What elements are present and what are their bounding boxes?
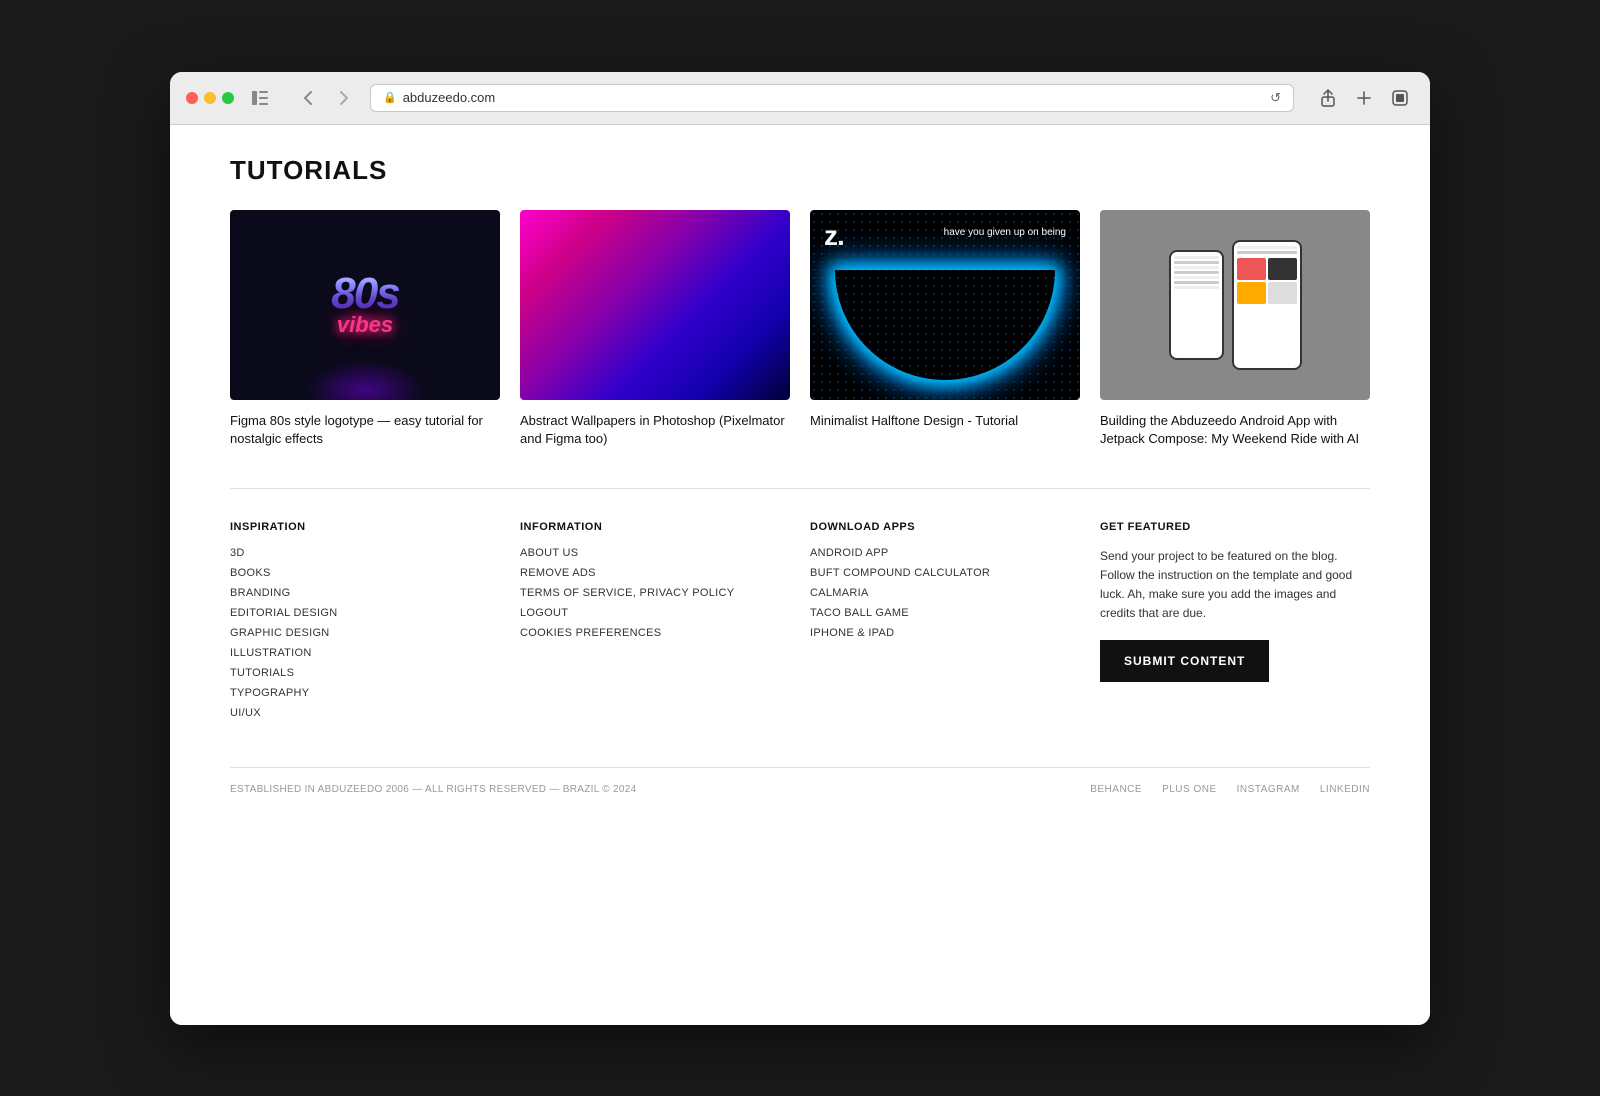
submit-content-button[interactable]: SUBMIT CONTENT xyxy=(1100,640,1269,682)
footer-divider xyxy=(230,488,1370,489)
page-content: TUTORIALS 80s vibes Figma 80s style logo… xyxy=(170,125,1430,1025)
footer-link-logout[interactable]: LOGOUT xyxy=(520,607,790,619)
footer-link-iphone[interactable]: IPHONE & IPAD xyxy=(810,627,1080,639)
footer-featured-title: GET FEATURED xyxy=(1100,521,1370,533)
footer-col-apps: DOWNLOAD APPS ANDROID APP BUFT COMPOUND … xyxy=(810,521,1080,727)
footer-bottom: ESTABLISHED IN ABDUZEEDO 2006 — ALL RIGH… xyxy=(230,784,1370,795)
tutorial-card-2[interactable]: Abstract Wallpapers in Photoshop (Pixelm… xyxy=(520,210,790,448)
footer-link-graphic[interactable]: GRAPHIC DESIGN xyxy=(230,627,500,639)
traffic-lights xyxy=(186,92,234,104)
social-plus-one[interactable]: PLUS ONE xyxy=(1162,784,1217,795)
footer-col-inspiration: INSPIRATION 3D BOOKS BRANDING EDITORIAL … xyxy=(230,521,500,727)
social-linkedin[interactable]: LINKEDIN xyxy=(1320,784,1370,795)
browser-chrome: 🔒 abduzeedo.com ↺ xyxy=(170,72,1430,125)
footer-link-cookies[interactable]: COOKIES PREFERENCES xyxy=(520,627,790,639)
phone-mock-large xyxy=(1232,240,1302,370)
tutorial-title-3: Minimalist Halftone Design - Tutorial xyxy=(810,412,1080,430)
footer-information-title: INFORMATION xyxy=(520,521,790,533)
footer-link-taco[interactable]: TACO BALL GAME xyxy=(810,607,1080,619)
halftone-text: z. xyxy=(824,220,844,252)
footer-link-calmaria[interactable]: CALMARIA xyxy=(810,587,1080,599)
footer-link-tutorials[interactable]: TUTORIALS xyxy=(230,667,500,679)
sidebar-icon[interactable] xyxy=(246,84,274,112)
footer-link-editorial[interactable]: EDITORIAL DESIGN xyxy=(230,607,500,619)
footer-link-typography[interactable]: TYPOGRAPHY xyxy=(230,687,500,699)
browser-controls xyxy=(294,84,358,112)
footer-col-featured: GET FEATURED Send your project to be fea… xyxy=(1100,521,1370,727)
footer-link-branding[interactable]: BRANDING xyxy=(230,587,500,599)
tutorials-grid: 80s vibes Figma 80s style logotype — eas… xyxy=(230,210,1370,448)
tutorial-thumb-1: 80s vibes xyxy=(230,210,500,400)
lock-icon: 🔒 xyxy=(383,91,397,104)
social-instagram[interactable]: INSTAGRAM xyxy=(1237,784,1300,795)
social-links: BEHANCE PLUS ONE INSTAGRAM LINKEDIN xyxy=(1090,784,1370,795)
browser-window: 🔒 abduzeedo.com ↺ xyxy=(170,72,1430,1025)
footer-link-buft[interactable]: BUFT COMPOUND CALCULATOR xyxy=(810,567,1080,579)
browser-actions xyxy=(1314,84,1414,112)
footer-apps-title: DOWNLOAD APPS xyxy=(810,521,1080,533)
footer-link-uiux[interactable]: UI/UX xyxy=(230,707,500,719)
tutorial-title-2: Abstract Wallpapers in Photoshop (Pixelm… xyxy=(520,412,790,448)
tutorial-thumb-4 xyxy=(1100,210,1370,400)
minimize-button[interactable] xyxy=(204,92,216,104)
footer-inspiration-title: INSPIRATION xyxy=(230,521,500,533)
forward-button[interactable] xyxy=(330,84,358,112)
tutorial-card-4[interactable]: Building the Abduzeedo Android App with … xyxy=(1100,210,1370,448)
footer-link-android[interactable]: ANDROID APP xyxy=(810,547,1080,559)
footer-link-remove-ads[interactable]: REMOVE ADS xyxy=(520,567,790,579)
footer-link-about[interactable]: ABOUT US xyxy=(520,547,790,559)
tutorial-title-1: Figma 80s style logotype — easy tutorial… xyxy=(230,412,500,448)
footer-link-illustration[interactable]: ILLUSTRATION xyxy=(230,647,500,659)
tutorial-thumb-3: z. have you given up on being xyxy=(810,210,1080,400)
tutorial-thumb-2 xyxy=(520,210,790,400)
phone-mock-small xyxy=(1169,250,1224,360)
footer: INSPIRATION 3D BOOKS BRANDING EDITORIAL … xyxy=(230,521,1370,727)
social-behance[interactable]: BEHANCE xyxy=(1090,784,1142,795)
copyright-text: ESTABLISHED IN ABDUZEEDO 2006 — ALL RIGH… xyxy=(230,784,637,795)
add-tab-icon[interactable] xyxy=(1350,84,1378,112)
page-title: TUTORIALS xyxy=(230,155,1370,186)
footer-col-information: INFORMATION ABOUT US REMOVE ADS TERMS OF… xyxy=(520,521,790,727)
footer-link-3d[interactable]: 3D xyxy=(230,547,500,559)
close-button[interactable] xyxy=(186,92,198,104)
footer-bottom-divider xyxy=(230,767,1370,768)
footer-link-tos[interactable]: TERMS OF SERVICE, PRIVACY POLICY xyxy=(520,587,790,599)
url-text: abduzeedo.com xyxy=(403,90,496,105)
footer-link-books[interactable]: BOOKS xyxy=(230,567,500,579)
share-icon[interactable] xyxy=(1314,84,1342,112)
maximize-button[interactable] xyxy=(222,92,234,104)
back-button[interactable] xyxy=(294,84,322,112)
tabs-icon[interactable] xyxy=(1386,84,1414,112)
tutorial-title-4: Building the Abduzeedo Android App with … xyxy=(1100,412,1370,448)
tutorial-card-3[interactable]: z. have you given up on being Minimalist… xyxy=(810,210,1080,448)
halftone-subtitle: have you given up on being xyxy=(944,226,1066,239)
tutorial-card-1[interactable]: 80s vibes Figma 80s style logotype — eas… xyxy=(230,210,500,448)
address-bar[interactable]: 🔒 abduzeedo.com ↺ xyxy=(370,84,1294,112)
reload-button[interactable]: ↺ xyxy=(1270,90,1281,106)
footer-featured-description: Send your project to be featured on the … xyxy=(1100,547,1370,624)
